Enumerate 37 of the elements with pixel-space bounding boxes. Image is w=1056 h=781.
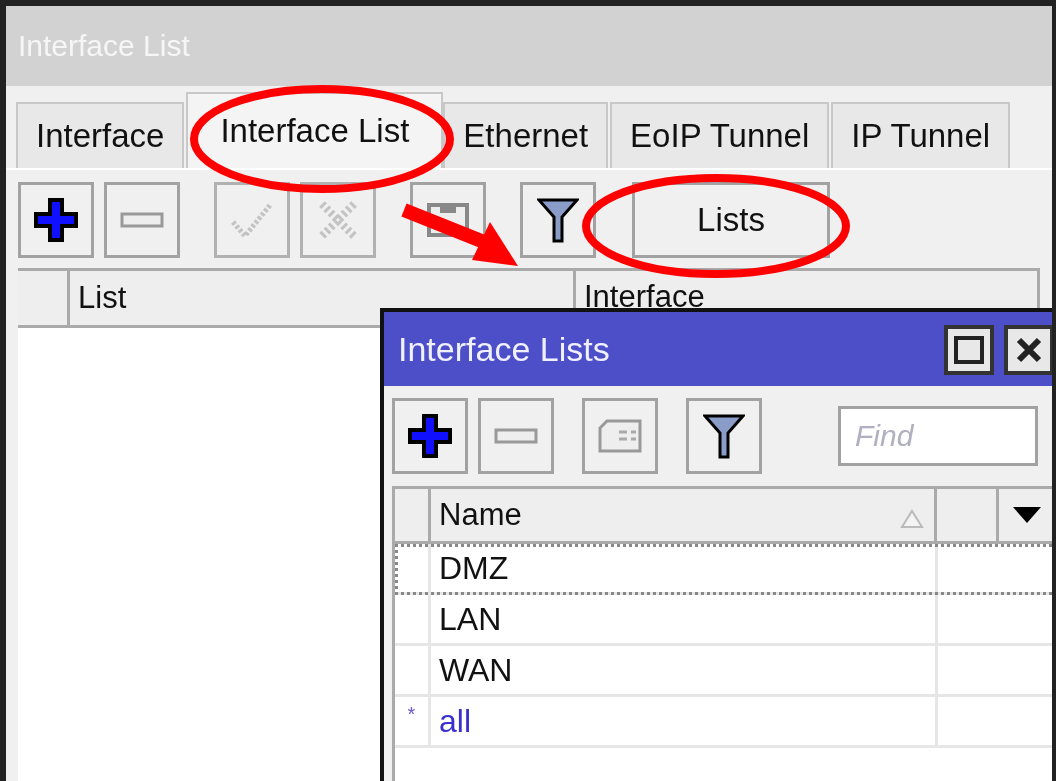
filter-button[interactable]	[520, 182, 596, 258]
note-icon	[597, 418, 643, 454]
close-button[interactable]	[1004, 325, 1052, 375]
plus-icon	[408, 414, 452, 458]
tab[interactable]: EoIP Tunnel	[610, 102, 830, 168]
table-row[interactable]: LAN	[395, 595, 1052, 646]
dialog-title: Interface Lists	[384, 312, 1052, 386]
remove-button[interactable]	[104, 182, 180, 258]
lists-button[interactable]: Lists	[632, 182, 830, 258]
remove-button[interactable]	[478, 398, 554, 474]
table-row[interactable]: WAN	[395, 646, 1052, 697]
table-cell: DMZ	[439, 549, 509, 587]
minus-icon	[494, 428, 538, 444]
sort-icon	[900, 509, 924, 529]
table-row[interactable]: * all	[395, 697, 1052, 748]
cross-icon	[318, 200, 358, 240]
filter-icon	[703, 413, 745, 459]
close-icon	[1016, 337, 1042, 363]
find-field[interactable]: Find	[838, 406, 1038, 466]
table-cell: LAN	[439, 600, 502, 638]
filter-icon	[537, 197, 579, 243]
table-row[interactable]: DMZ	[395, 544, 1052, 595]
note-button[interactable]	[582, 398, 658, 474]
tab[interactable]: IP Tunnel	[831, 102, 1011, 168]
add-button[interactable]	[392, 398, 468, 474]
tab[interactable]: Interface	[16, 102, 185, 168]
table-cell: all	[439, 702, 471, 740]
table-cell: WAN	[439, 651, 513, 689]
tab[interactable]: Ethernet	[443, 102, 609, 168]
maximize-button[interactable]	[944, 325, 994, 375]
minus-icon	[120, 212, 164, 228]
add-button[interactable]	[18, 182, 94, 258]
maximize-icon	[954, 336, 984, 364]
caret-icon	[1013, 507, 1041, 523]
plus-icon	[34, 198, 78, 242]
flag-label: *	[407, 703, 416, 727]
filter-button[interactable]	[686, 398, 762, 474]
